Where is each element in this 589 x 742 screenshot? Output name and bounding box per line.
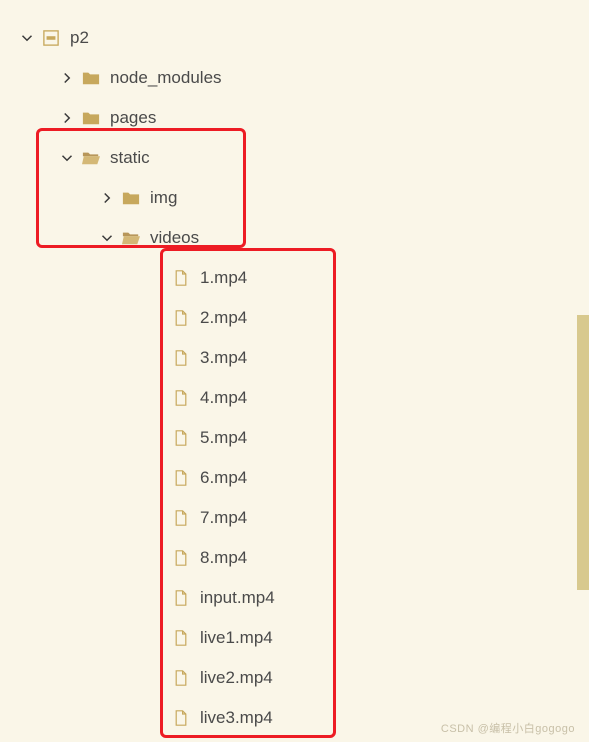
tree-node-file[interactable]: 8.mp4 bbox=[0, 538, 589, 578]
file-icon bbox=[172, 269, 190, 287]
node-label: img bbox=[150, 188, 177, 208]
chevron-down-icon bbox=[100, 231, 114, 245]
file-icon bbox=[172, 509, 190, 527]
tree-node-pages[interactable]: pages bbox=[0, 98, 589, 138]
file-icon bbox=[172, 389, 190, 407]
tree-node-file[interactable]: 4.mp4 bbox=[0, 378, 589, 418]
tree-node-file[interactable]: 1.mp4 bbox=[0, 258, 589, 298]
folder-icon bbox=[82, 69, 100, 87]
tree-node-file[interactable]: live2.mp4 bbox=[0, 658, 589, 698]
tree-node-file[interactable]: live1.mp4 bbox=[0, 618, 589, 658]
file-icon bbox=[172, 669, 190, 687]
tree-node-videos[interactable]: videos bbox=[0, 218, 589, 258]
tree-node-node-modules[interactable]: node_modules bbox=[0, 58, 589, 98]
watermark-text: CSDN @编程小白gogogo bbox=[441, 720, 575, 736]
file-icon bbox=[172, 589, 190, 607]
tree-node-file[interactable]: 5.mp4 bbox=[0, 418, 589, 458]
node-label: 4.mp4 bbox=[200, 388, 247, 408]
node-label: 2.mp4 bbox=[200, 308, 247, 328]
node-label: pages bbox=[110, 108, 156, 128]
node-label: static bbox=[110, 148, 150, 168]
node-label: 7.mp4 bbox=[200, 508, 247, 528]
folder-open-icon bbox=[122, 229, 140, 247]
node-label: 5.mp4 bbox=[200, 428, 247, 448]
file-icon bbox=[172, 309, 190, 327]
tree-node-file[interactable]: 7.mp4 bbox=[0, 498, 589, 538]
node-label: live3.mp4 bbox=[200, 708, 273, 728]
tree-node-file[interactable]: 2.mp4 bbox=[0, 298, 589, 338]
node-label: node_modules bbox=[110, 68, 222, 88]
file-icon bbox=[172, 549, 190, 567]
tree-node-p2[interactable]: p2 bbox=[0, 18, 589, 58]
node-label: live2.mp4 bbox=[200, 668, 273, 688]
tree-node-static[interactable]: static bbox=[0, 138, 589, 178]
node-label: videos bbox=[150, 228, 199, 248]
file-icon bbox=[172, 629, 190, 647]
tree-node-file[interactable]: input.mp4 bbox=[0, 578, 589, 618]
tree-node-file[interactable]: 6.mp4 bbox=[0, 458, 589, 498]
node-label: 1.mp4 bbox=[200, 268, 247, 288]
file-tree: p2 node_modules pages static img videos … bbox=[0, 0, 589, 738]
tree-node-img[interactable]: img bbox=[0, 178, 589, 218]
folder-icon bbox=[82, 109, 100, 127]
file-icon bbox=[172, 709, 190, 727]
chevron-down-icon bbox=[60, 151, 74, 165]
node-label: live1.mp4 bbox=[200, 628, 273, 648]
chevron-right-icon bbox=[60, 111, 74, 125]
chevron-right-icon bbox=[100, 191, 114, 205]
node-label: 6.mp4 bbox=[200, 468, 247, 488]
file-icon bbox=[172, 349, 190, 367]
tree-node-file[interactable]: 3.mp4 bbox=[0, 338, 589, 378]
node-label: 3.mp4 bbox=[200, 348, 247, 368]
project-icon bbox=[42, 29, 60, 47]
file-icon bbox=[172, 429, 190, 447]
chevron-down-icon bbox=[20, 31, 34, 45]
folder-icon bbox=[122, 189, 140, 207]
folder-open-icon bbox=[82, 149, 100, 167]
node-label: input.mp4 bbox=[200, 588, 275, 608]
node-label: 8.mp4 bbox=[200, 548, 247, 568]
node-label: p2 bbox=[70, 28, 89, 48]
file-icon bbox=[172, 469, 190, 487]
chevron-right-icon bbox=[60, 71, 74, 85]
scrollbar-thumb[interactable] bbox=[577, 315, 589, 590]
